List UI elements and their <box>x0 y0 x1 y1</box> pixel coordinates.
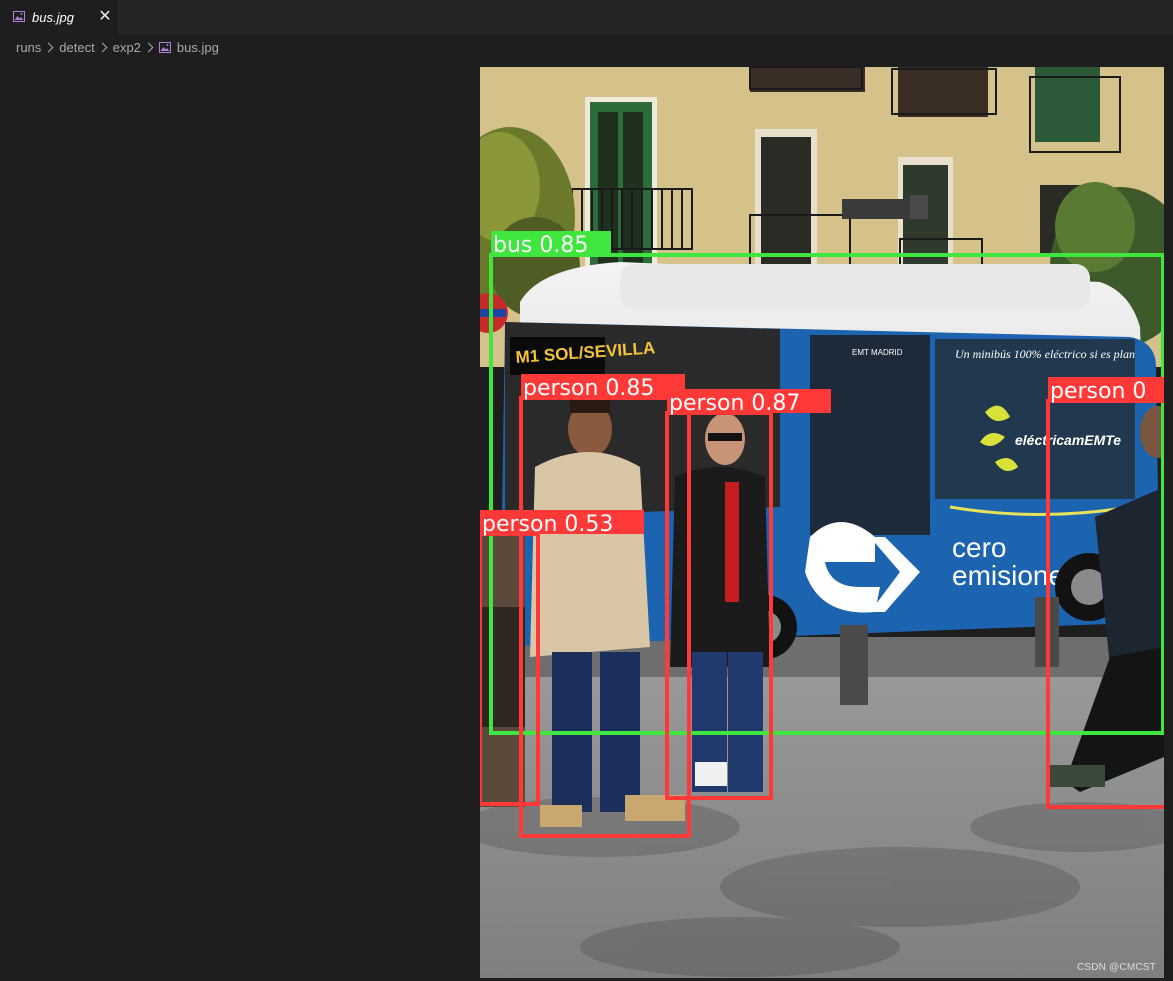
detection-image: M1 SOL/SEVILLA Un minibús 100% eléctrico… <box>480 67 1164 978</box>
bus-slogan: Un minibús 100% eléctrico si es plan <box>955 347 1135 361</box>
detection-label-person-2: person 0.87 <box>669 391 800 416</box>
chevron-right-icon <box>97 42 108 52</box>
image-file-icon <box>158 41 171 53</box>
breadcrumb-item-detect[interactable]: detect <box>59 40 94 55</box>
breadcrumb-item-runs[interactable]: runs <box>16 40 41 55</box>
bus-brand: EMT MADRID <box>852 348 903 357</box>
tab-label: bus.jpg <box>32 10 74 25</box>
breadcrumb: runs detect exp2 bus.jpg <box>16 38 219 56</box>
detection-label-person-1: person 0.85 <box>523 376 654 401</box>
image-preview: M1 SOL/SEVILLA Un minibús 100% eléctrico… <box>480 67 1164 978</box>
breadcrumb-item-bus-jpg[interactable]: bus.jpg <box>177 40 219 55</box>
person-left-partial <box>480 527 525 807</box>
image-file-icon <box>13 11 25 22</box>
campaign-text: eléctricamEMTe <box>1015 432 1121 448</box>
watermark: CSDN @CMCST <box>1076 962 1156 973</box>
cero-text: cero <box>952 532 1006 563</box>
breadcrumb-item-exp2[interactable]: exp2 <box>113 40 141 55</box>
detection-label-person-3: person 0.53 <box>482 512 613 537</box>
close-icon[interactable]: ✕ <box>96 6 114 28</box>
chevron-right-icon <box>143 42 154 52</box>
chevron-right-icon <box>43 42 54 52</box>
detection-label-bus: bus 0.85 <box>493 233 588 258</box>
tab-bar: bus.jpg ✕ <box>0 0 1173 35</box>
tab-bus-jpg[interactable]: bus.jpg ✕ <box>0 0 118 35</box>
detection-label-person-4: person 0 <box>1050 379 1146 404</box>
